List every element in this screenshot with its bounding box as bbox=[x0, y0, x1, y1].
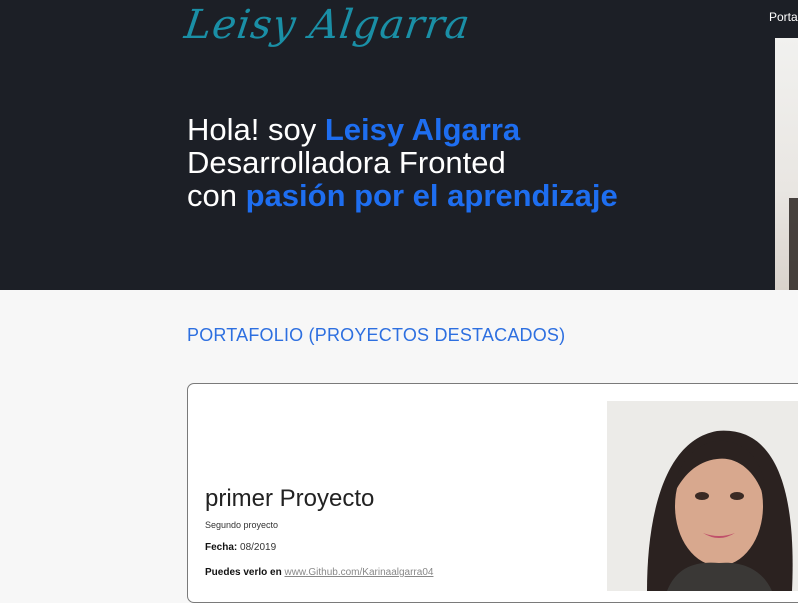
project-subtitle: Segundo proyecto bbox=[205, 520, 279, 530]
logo[interactable]: Leisy Algarra bbox=[182, 2, 474, 48]
headline-prefix: Hola! soy bbox=[187, 112, 325, 147]
project-title: primer Proyecto bbox=[205, 485, 375, 512]
headline-passion: pasión por el aprendizaje bbox=[245, 178, 618, 213]
date-label: Fecha: bbox=[205, 542, 238, 553]
github-link[interactable]: www.Github.com/Karinaalgarra04 bbox=[284, 567, 433, 578]
hero-headline: Hola! soy Leisy Algarra Desarrolladora F… bbox=[187, 113, 618, 212]
project-photo bbox=[607, 401, 798, 591]
headline-name: Leisy Algarra bbox=[324, 112, 521, 147]
nav-link-portafolio[interactable]: Porta bbox=[769, 10, 798, 24]
project-date: Fecha: 08/2019 bbox=[205, 542, 276, 553]
project-card[interactable]: primer Proyecto Segundo proyecto Fecha: … bbox=[187, 383, 798, 603]
headline-role: Desarrolladora Fronted bbox=[187, 145, 506, 180]
date-value: 08/2019 bbox=[240, 542, 277, 553]
hero-photo bbox=[775, 38, 798, 290]
portfolio-section-title: PORTAFOLIO (PROYECTOS DESTACADOS) bbox=[187, 325, 566, 345]
headline-con: con bbox=[187, 178, 246, 213]
hero-header: Leisy Algarra Porta Hola! soy Leisy Alga… bbox=[0, 0, 798, 290]
project-link-row: Puedes verlo en www.Github.com/Karinaalg… bbox=[205, 567, 433, 578]
link-label: Puedes verlo en bbox=[205, 567, 282, 578]
